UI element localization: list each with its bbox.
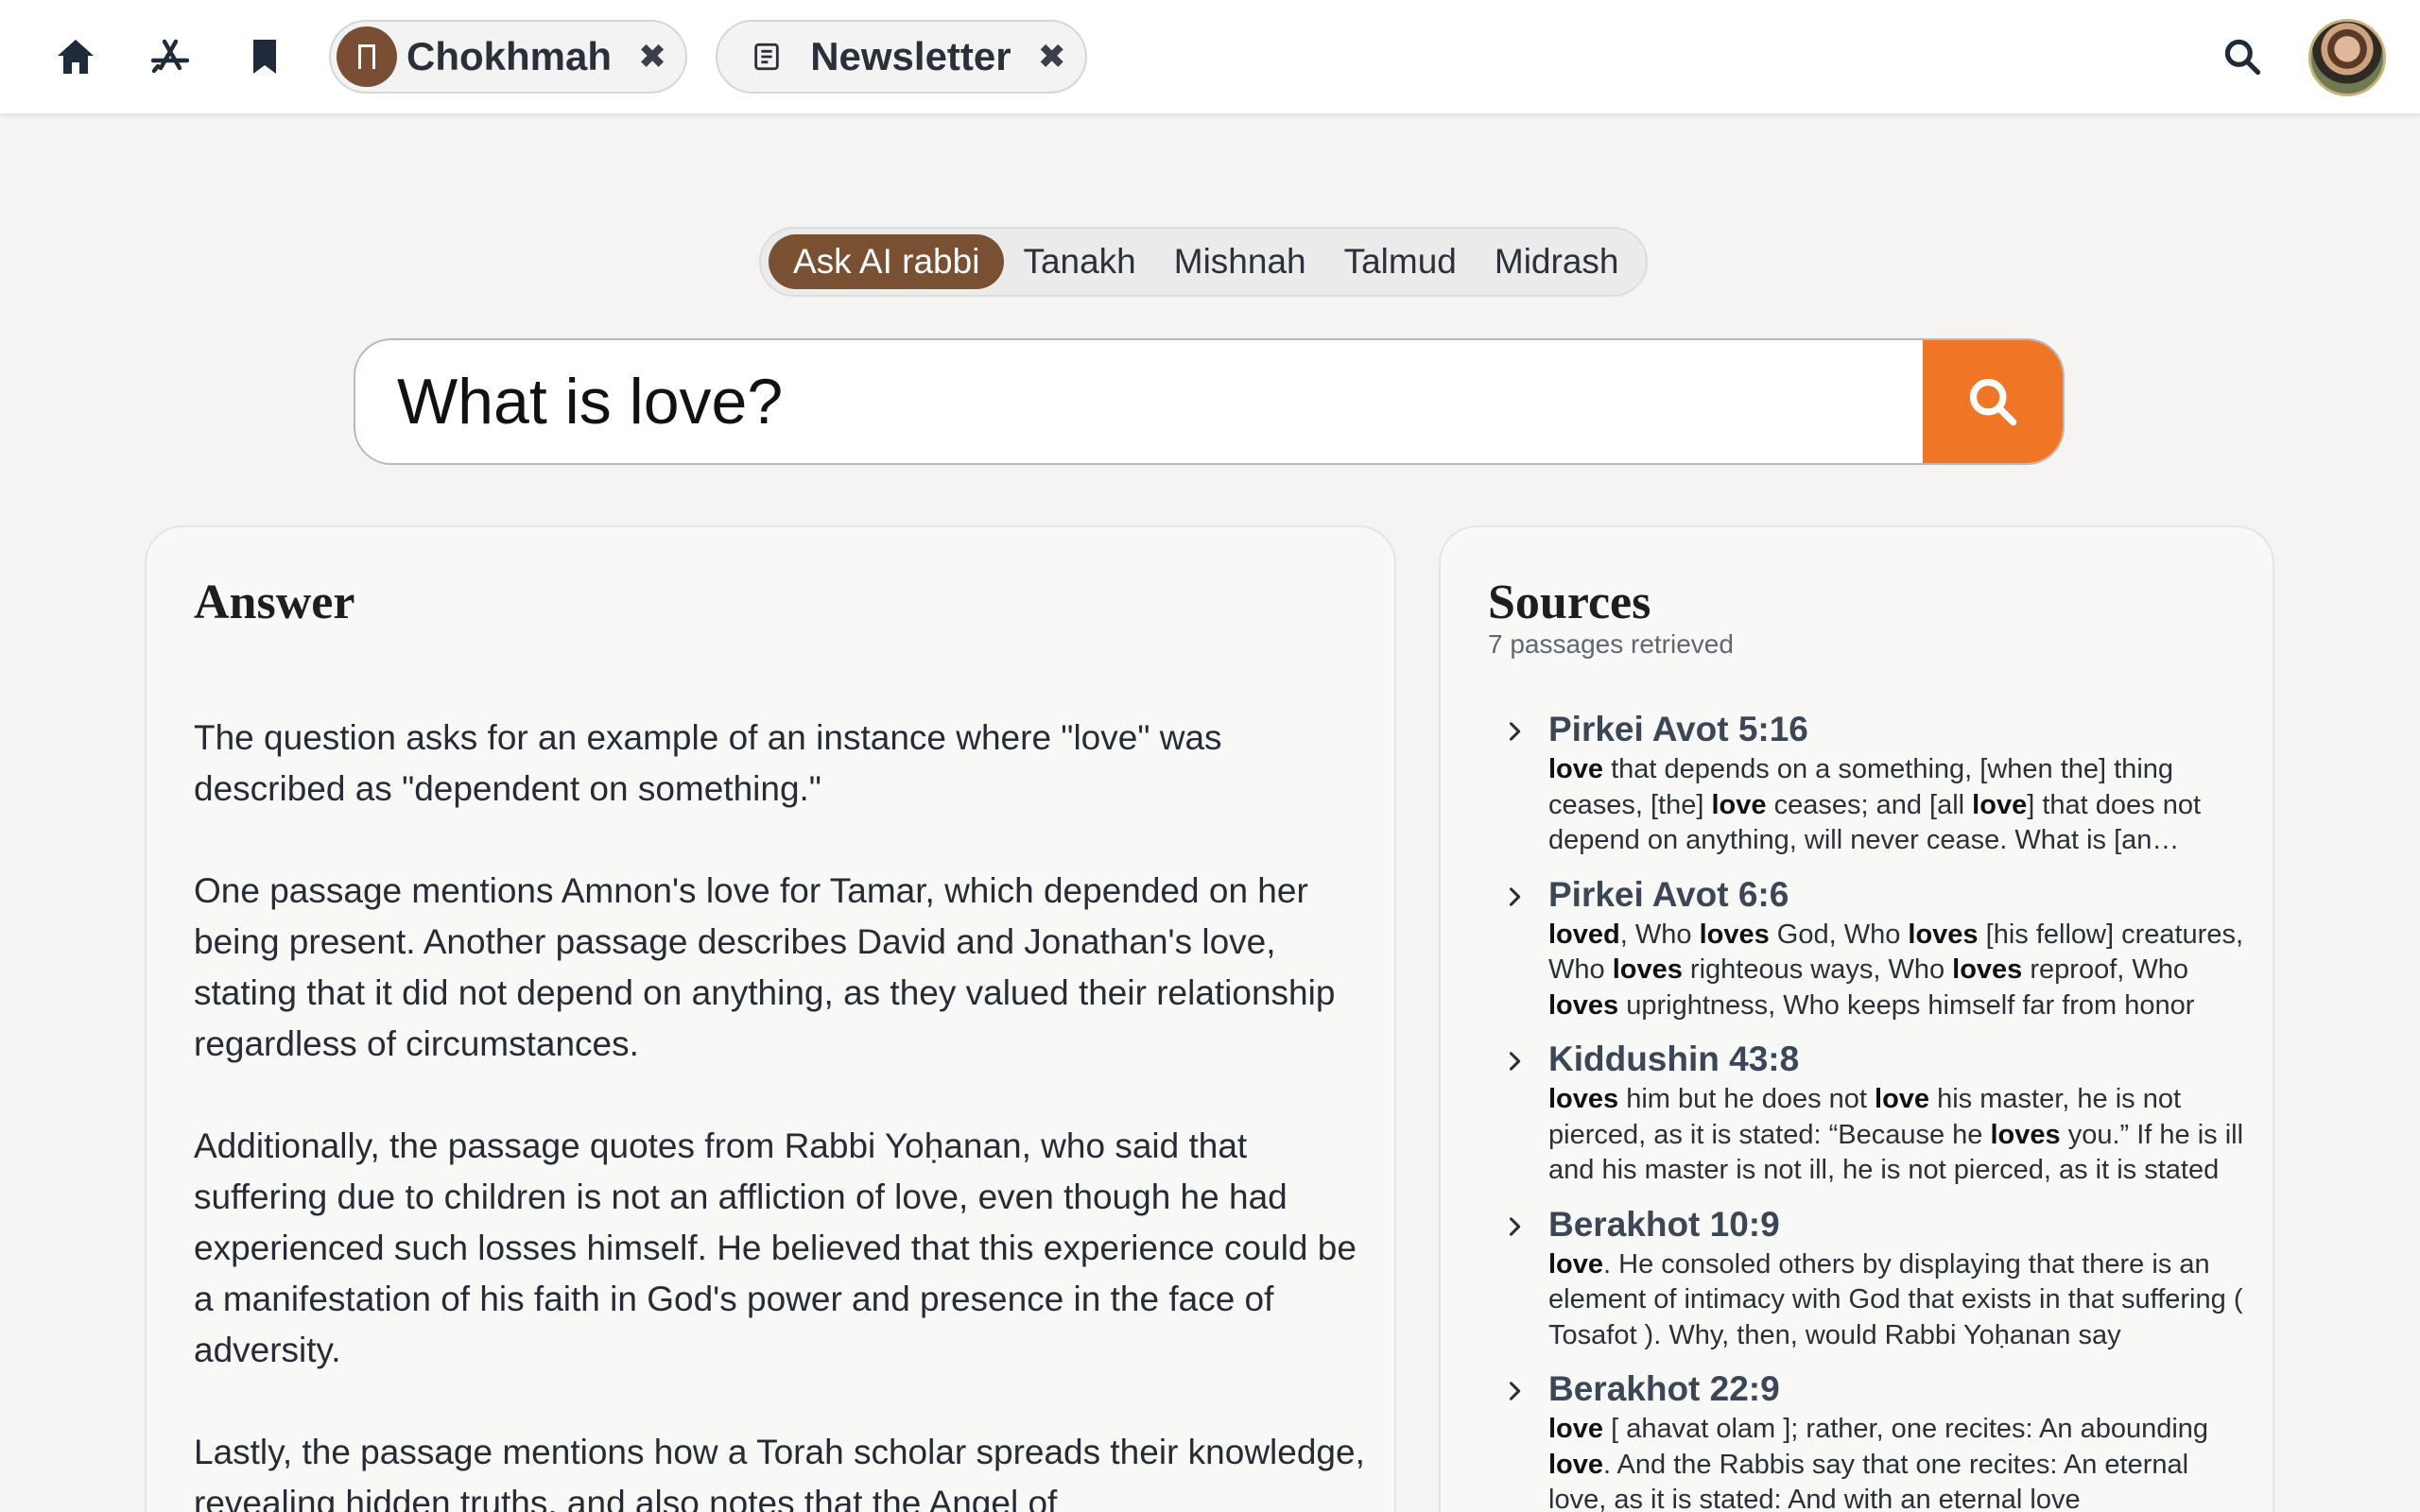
search-input[interactable] — [397, 340, 1891, 463]
source-title[interactable]: Berakhot 22:9 — [1548, 1366, 2244, 1412]
chevron-right-icon[interactable] — [1501, 718, 1528, 749]
user-avatar[interactable] — [2308, 19, 2386, 96]
source-title[interactable]: Kiddushin 43:8 — [1548, 1037, 2244, 1082]
tab-chokhmah-label: Chokhmah — [406, 34, 613, 78]
tab-newsletter-label: Newsletter — [810, 34, 1011, 78]
source-snippet: love [ ahavat olam ]; rather, one recite… — [1548, 1414, 2209, 1512]
bookmark-icon[interactable] — [234, 26, 295, 87]
sources-title: Sources — [1488, 576, 1651, 629]
tab-midrash[interactable]: Midrash — [1476, 234, 1638, 289]
source-snippet: loved, Who loves God, Who loves [his fel… — [1548, 919, 2244, 1021]
answer-panel: Answer The question asks for an example … — [145, 525, 1396, 1512]
source-snippet: love that depends on a something, [when … — [1548, 754, 2202, 855]
chevron-right-icon[interactable] — [1501, 1378, 1528, 1409]
search-box — [354, 338, 2065, 465]
answer-paragraph: One passage mentions Amnon's love for Ta… — [194, 871, 1336, 1063]
chevron-right-icon[interactable] — [1501, 1213, 1528, 1245]
answer-paragraph: Lastly, the passage mentions how a Torah… — [194, 1433, 1365, 1512]
tab-ask-ai-rabbi[interactable]: Ask AI rabbi — [769, 234, 1005, 289]
answer-body: The question asks for an example of an i… — [194, 713, 1366, 1512]
tab-tanakh[interactable]: Tanakh — [1004, 234, 1154, 289]
answer-paragraph: Additionally, the passage quotes from Ra… — [194, 1126, 1357, 1369]
source-item[interactable]: Pirkei Avot 6:6 loved, Who loves God, Who… — [1488, 872, 2244, 1024]
close-icon[interactable]: ✖ — [1038, 37, 1066, 77]
source-item[interactable]: Berakhot 22:9 love [ ahavat olam ]; rathe… — [1488, 1366, 2244, 1512]
source-snippet: love. He consoled others by displaying t… — [1548, 1248, 2243, 1350]
tab-chokhmah[interactable]: Chokhmah ✖ — [329, 20, 688, 94]
tab-mishnah[interactable]: Mishnah — [1155, 234, 1325, 289]
source-title[interactable]: Pirkei Avot 6:6 — [1548, 872, 2244, 918]
top-navigation-bar: Chokhmah ✖ Newsletter ✖ — [0, 0, 2420, 113]
answer-paragraph: The question asks for an example of an i… — [194, 718, 1222, 808]
answer-title: Answer — [194, 576, 355, 629]
tab-newsletter[interactable]: Newsletter ✖ — [716, 20, 1087, 94]
chokhmah-logo-icon — [337, 26, 397, 87]
search-button[interactable] — [1923, 340, 2063, 463]
sources-list: Pirkei Avot 5:16 love that depends on a s… — [1488, 707, 2244, 1512]
sources-panel: Sources 7 passages retrieved Pirkei Avot… — [1439, 525, 2274, 1512]
app-store-icon[interactable] — [140, 26, 200, 87]
sources-count: 7 passages retrieved — [1488, 629, 1734, 659]
source-title[interactable]: Berakhot 10:9 — [1548, 1202, 2244, 1247]
source-item[interactable]: Kiddushin 43:8 loves him but he does not … — [1488, 1037, 2244, 1189]
chevron-right-icon[interactable] — [1501, 1048, 1528, 1079]
newspaper-icon — [736, 26, 797, 87]
source-title[interactable]: Pirkei Avot 5:16 — [1548, 707, 2244, 752]
close-icon[interactable]: ✖ — [638, 37, 666, 77]
chevron-right-icon[interactable] — [1501, 884, 1528, 915]
search-icon[interactable] — [2212, 26, 2273, 87]
search-icon — [1969, 378, 2017, 426]
source-item[interactable]: Pirkei Avot 5:16 love that depends on a s… — [1488, 707, 2244, 859]
source-snippet: loves him but he does not love his maste… — [1548, 1084, 2244, 1185]
home-icon[interactable] — [45, 26, 106, 87]
search-mode-tabs: Ask AI rabbi Tanakh Mishnah Talmud Midra… — [759, 227, 1648, 297]
source-item[interactable]: Berakhot 10:9 love. He consoled others by… — [1488, 1202, 2244, 1354]
tab-talmud[interactable]: Talmud — [1325, 234, 1476, 289]
